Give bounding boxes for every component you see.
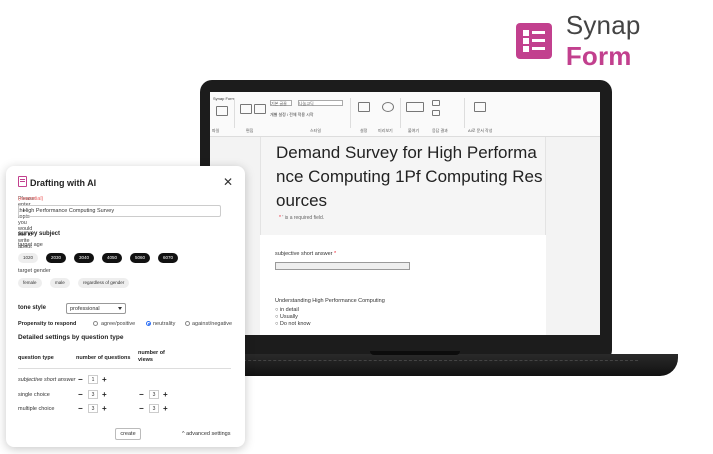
questions-count[interactable]: 3 [88, 404, 98, 413]
age-chip[interactable]: 1020 [18, 253, 39, 263]
ribbon-group-file: 파일 [212, 128, 220, 133]
table-divider [18, 368, 231, 369]
ai-draft-icon [18, 176, 27, 187]
col-number-of-questions: number of questions [76, 355, 131, 361]
required-note-text: is a required field. [284, 215, 325, 221]
increment-button[interactable]: + [102, 405, 107, 413]
font-size-value: 기본 글꼴 [271, 101, 287, 106]
row-type: single choice [18, 392, 50, 398]
required-toggle[interactable]: 개별 설정 / 전체 적용 시작 [270, 112, 313, 118]
close-icon[interactable]: ✕ [223, 175, 233, 189]
row-type: multiple choice [18, 406, 55, 412]
required-star: * [279, 215, 281, 221]
form-header: Demand Survey for High Performance Compu… [260, 137, 546, 235]
views-count[interactable]: 3 [149, 404, 159, 413]
editor-app-label: Synap Form [213, 96, 235, 101]
subject-heading: survey subject [18, 231, 61, 237]
decrement-button[interactable]: − [139, 391, 144, 399]
question-label: subjective short answer * [275, 251, 337, 257]
form-list-icon [516, 23, 552, 59]
ribbon-group-results: 응답 결과 [432, 128, 448, 133]
increment-button[interactable]: + [163, 391, 168, 399]
increment-button[interactable]: + [102, 391, 107, 399]
decrement-button[interactable]: − [139, 405, 144, 413]
ribbon-group-preview: 미리보기 [378, 128, 393, 133]
laptop-base [178, 354, 678, 376]
brand-name: Synap Form [565, 10, 641, 71]
age-chip[interactable]: 4050 [102, 253, 123, 263]
row-type: subjective short answer [18, 377, 76, 383]
ribbon-group-style: 스타일 [310, 128, 322, 133]
format-tool-icon[interactable] [254, 104, 266, 114]
ribbon-group-paste: 붙여기 [408, 128, 420, 133]
preview-eye-icon[interactable] [382, 102, 394, 112]
ribbon-group-settings: 설정 [360, 128, 368, 133]
settings-tool-icon[interactable] [358, 102, 370, 112]
form-title[interactable]: Demand Survey for High Performance Compu… [276, 141, 546, 213]
radio-option[interactable]: ○ Usually [275, 314, 298, 320]
brand: Synap Form [516, 10, 713, 72]
age-label: target age [18, 242, 43, 248]
age-chip[interactable]: 6070 [158, 253, 179, 263]
radio-option[interactable]: ○ Do not know [275, 321, 310, 327]
tone-select[interactable]: professional [66, 303, 126, 314]
short-answer-input[interactable] [275, 262, 410, 270]
advanced-settings-toggle[interactable]: ^ advanced settings [182, 431, 230, 437]
editor-ribbon: Synap Form 기본 글꼴 나눔고딕 개별 설정 / 전체 적용 시작 파… [210, 92, 600, 137]
form-document: Demand Survey for High Performance Compu… [260, 137, 546, 335]
detail-heading: Detailed settings by question type [18, 334, 124, 341]
ribbon-group-edit: 편집 [246, 128, 254, 133]
required-note: * ' is a required field. [279, 215, 325, 221]
radio-agree-label: agree/positive [101, 321, 136, 327]
gender-chip[interactable]: male [50, 278, 70, 288]
edit-tool-icon[interactable] [240, 104, 252, 114]
ribbon-group-ai: AI로 문서 작성 [468, 128, 493, 133]
age-chip[interactable]: 3040 [74, 253, 95, 263]
chevron-up-icon: ^ [182, 431, 185, 437]
increment-button[interactable]: + [163, 405, 168, 413]
age-chip[interactable]: 5060 [130, 253, 151, 263]
gender-label: target gender [18, 268, 51, 274]
col-number-of-views: number of views [138, 350, 165, 363]
decrement-button[interactable]: − [78, 405, 83, 413]
result-chart-icon[interactable] [432, 110, 440, 116]
editor-screen: Synap Form 기본 글꼴 나눔고딕 개별 설정 / 전체 적용 시작 파… [210, 92, 600, 335]
panel-title: Drafting with AI [30, 178, 97, 188]
radio-neutral[interactable] [146, 321, 151, 326]
tone-label: tone style [18, 305, 47, 311]
laptop-notch [370, 351, 460, 355]
views-count[interactable]: 3 [149, 390, 159, 399]
decrement-button[interactable]: − [78, 391, 83, 399]
file-tool-icon[interactable] [216, 106, 228, 116]
radio-option[interactable]: ○ in detail [275, 307, 299, 313]
gender-chip[interactable]: regardless of gender [78, 278, 130, 288]
propensity-label: Propensity to respond [18, 321, 77, 327]
questions-count[interactable]: 1 [88, 375, 98, 384]
decrement-button[interactable]: − [78, 376, 83, 384]
gender-chip[interactable]: female [18, 278, 42, 288]
font-name-value: 나눔고딕 [299, 101, 314, 106]
ai-drafting-panel: Drafting with AI ✕ Please enter the topi… [6, 166, 245, 447]
questions-count[interactable]: 3 [88, 390, 98, 399]
radio-against-label: against/negative [192, 321, 233, 327]
radio-neutral-label: neutrality [153, 321, 176, 327]
radio-agree[interactable] [93, 321, 98, 326]
topic-input[interactable]: High Performance Computing Survey [18, 205, 221, 217]
question-label: Understanding High Performance Computing [275, 298, 385, 304]
paste-tool-icon[interactable] [406, 102, 424, 112]
age-chip[interactable]: 2030 [46, 253, 67, 263]
chevron-down-icon [118, 307, 122, 310]
col-question-type: question type [18, 355, 54, 361]
result-tool-icon[interactable] [432, 100, 440, 106]
ai-draft-tool-icon[interactable] [474, 102, 486, 112]
increment-button[interactable]: + [102, 376, 107, 384]
create-button[interactable]: create [115, 428, 141, 440]
radio-against[interactable] [185, 321, 190, 326]
